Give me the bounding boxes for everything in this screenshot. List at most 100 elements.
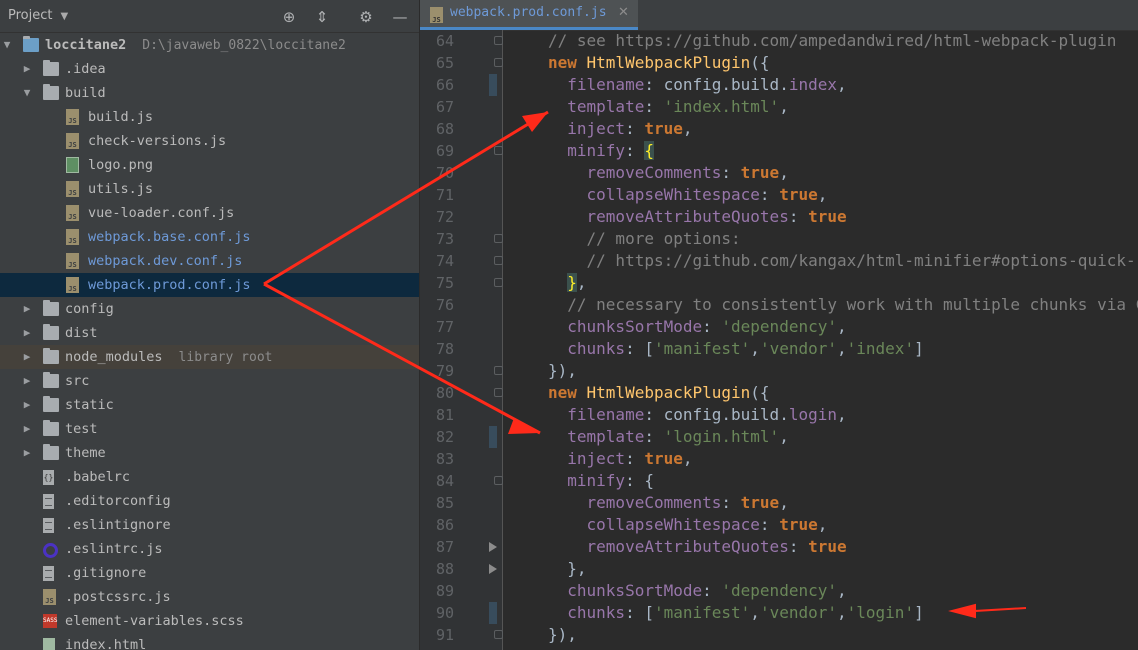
- code-line[interactable]: 74 // https://github.com/kangax/html-min…: [420, 250, 1138, 272]
- gear-icon[interactable]: ⚙: [356, 7, 376, 27]
- tree-file[interactable]: JS utils.js: [0, 177, 419, 201]
- code-line[interactable]: 66 filename: config.build.index,: [420, 74, 1138, 96]
- chevron-down-icon[interactable]: ▼: [21, 81, 33, 105]
- tree-file[interactable]: JS .postcssrc.js: [0, 585, 419, 609]
- code-line[interactable]: 76 // necessary to consistently work wit…: [420, 294, 1138, 316]
- chevron-right-icon[interactable]: ▶: [21, 321, 33, 345]
- code-line[interactable]: 89 chunksSortMode: 'dependency',: [420, 580, 1138, 602]
- change-marker[interactable]: [489, 426, 497, 448]
- code-line[interactable]: 79}),: [420, 360, 1138, 382]
- tree-file[interactable]: {} .babelrc: [0, 465, 419, 489]
- tree-file[interactable]: index.html: [0, 633, 419, 650]
- line-number: 66: [435, 76, 454, 94]
- tree-folder[interactable]: ▶ theme: [0, 441, 419, 465]
- tree-folder[interactable]: ▶ .idea: [0, 57, 419, 81]
- js-file-icon: JS: [430, 7, 443, 24]
- code-line[interactable]: 78 chunks: ['manifest','vendor','index']: [420, 338, 1138, 360]
- tree-file[interactable]: JS webpack.base.conf.js: [0, 225, 419, 249]
- code-line[interactable]: 91}),: [420, 624, 1138, 646]
- chevron-right-icon[interactable]: ▶: [21, 297, 33, 321]
- code-text: chunks: ['manifest','vendor','index']: [548, 338, 923, 360]
- code-line[interactable]: 71 collapseWhitespace: true,: [420, 184, 1138, 206]
- code-line[interactable]: 90 chunks: ['manifest','vendor','login']: [420, 602, 1138, 624]
- chevron-right-icon[interactable]: ▶: [21, 441, 33, 465]
- locate-target-icon[interactable]: ⊕: [279, 7, 299, 27]
- tree-file[interactable]: JS webpack.prod.conf.js: [0, 273, 419, 297]
- tree-folder[interactable]: ▶ test: [0, 417, 419, 441]
- fold-marker-icon[interactable]: [494, 630, 503, 639]
- code-line[interactable]: 86 collapseWhitespace: true,: [420, 514, 1138, 536]
- tree-file[interactable]: .editorconfig: [0, 489, 419, 513]
- tree-file[interactable]: logo.png: [0, 153, 419, 177]
- line-number: 65: [435, 54, 454, 72]
- fold-marker-icon[interactable]: [494, 58, 503, 67]
- hide-panel-icon[interactable]: —: [390, 7, 410, 27]
- change-marker[interactable]: [489, 74, 497, 96]
- chevron-right-icon[interactable]: ▶: [21, 369, 33, 393]
- code-token: :: [788, 207, 809, 226]
- fold-marker-icon[interactable]: [494, 36, 503, 45]
- tree-folder[interactable]: ▼ build: [0, 81, 419, 105]
- fold-marker-icon[interactable]: [494, 234, 503, 243]
- fold-marker-icon[interactable]: [494, 476, 503, 485]
- tree-file[interactable]: JS build.js: [0, 105, 419, 129]
- tree-item-label: .gitignore: [65, 565, 147, 581]
- collapse-all-icon[interactable]: ⇕: [312, 7, 332, 27]
- code-line[interactable]: 87 removeAttributeQuotes: true: [420, 536, 1138, 558]
- fold-marker-icon[interactable]: [494, 146, 503, 155]
- run-marker-icon[interactable]: [489, 564, 497, 574]
- editor-tab-webpack-prod[interactable]: JS webpack.prod.conf.js ✕: [420, 0, 638, 30]
- code-token: 'dependency': [721, 317, 837, 336]
- tree-item-label: webpack.dev.conf.js: [88, 253, 243, 269]
- fold-marker-icon[interactable]: [494, 278, 503, 287]
- tree-file[interactable]: JS webpack.dev.conf.js: [0, 249, 419, 273]
- code-line[interactable]: 84 minify: {: [420, 470, 1138, 492]
- code-line[interactable]: 65 new HtmlWebpackPlugin({: [420, 52, 1138, 74]
- code-area[interactable]: 64 // see https://github.com/ampedandwire…: [420, 30, 1138, 646]
- chevron-down-icon: ▼: [60, 11, 69, 22]
- code-line[interactable]: 64 // see https://github.com/ampedandwire…: [420, 30, 1138, 52]
- tree-folder[interactable]: ▶ config: [0, 297, 419, 321]
- code-line[interactable]: 73 // more options:: [420, 228, 1138, 250]
- chevron-right-icon[interactable]: ▶: [21, 393, 33, 417]
- tree-folder[interactable]: ▼ loccitane2 D:\javaweb_0822\loccitane2: [0, 33, 419, 57]
- tree-file[interactable]: .eslintignore: [0, 513, 419, 537]
- line-number: 69: [435, 142, 454, 160]
- code-line[interactable]: 82 template: 'login.html',: [420, 426, 1138, 448]
- code-line[interactable]: 68 inject: true,: [420, 118, 1138, 140]
- code-line[interactable]: 77 chunksSortMode: 'dependency',: [420, 316, 1138, 338]
- close-icon[interactable]: ✕: [618, 5, 629, 20]
- code-line[interactable]: 69 minify: {: [420, 140, 1138, 162]
- tree-file[interactable]: JS vue-loader.conf.js: [0, 201, 419, 225]
- tree-file[interactable]: JS check-versions.js: [0, 129, 419, 153]
- tree-folder[interactable]: ▶ static: [0, 393, 419, 417]
- code-line[interactable]: 72 removeAttributeQuotes: true: [420, 206, 1138, 228]
- code-line[interactable]: 67 template: 'index.html',: [420, 96, 1138, 118]
- tree-file[interactable]: SASS element-variables.scss: [0, 609, 419, 633]
- code-line[interactable]: 75 },: [420, 272, 1138, 294]
- chevron-right-icon[interactable]: ▶: [21, 345, 33, 369]
- tree-folder[interactable]: ▶ node_modules library root: [0, 345, 419, 369]
- code-line[interactable]: 81 filename: config.build.login,: [420, 404, 1138, 426]
- fold-marker-icon[interactable]: [494, 256, 503, 265]
- tree-file[interactable]: .eslintrc.js: [0, 537, 419, 561]
- tree-file[interactable]: .gitignore: [0, 561, 419, 585]
- code-line[interactable]: 88 },: [420, 558, 1138, 580]
- tree-folder[interactable]: ▶ dist: [0, 321, 419, 345]
- code-token: : config.build.: [644, 75, 789, 94]
- code-line[interactable]: 70 removeComments: true,: [420, 162, 1138, 184]
- tree-item-label: index.html: [65, 637, 147, 650]
- chevron-down-icon[interactable]: ▼: [1, 33, 13, 57]
- project-view-selector[interactable]: Project ▼: [8, 8, 68, 23]
- fold-marker-icon[interactable]: [494, 388, 503, 397]
- chevron-right-icon[interactable]: ▶: [21, 57, 33, 81]
- tree-folder[interactable]: ▶ src: [0, 369, 419, 393]
- line-number: 70: [435, 164, 454, 182]
- code-line[interactable]: 85 removeComments: true,: [420, 492, 1138, 514]
- change-marker[interactable]: [489, 602, 497, 624]
- chevron-right-icon[interactable]: ▶: [21, 417, 33, 441]
- fold-marker-icon[interactable]: [494, 366, 503, 375]
- code-line[interactable]: 83 inject: true,: [420, 448, 1138, 470]
- run-marker-icon[interactable]: [489, 542, 497, 552]
- code-line[interactable]: 80 new HtmlWebpackPlugin({: [420, 382, 1138, 404]
